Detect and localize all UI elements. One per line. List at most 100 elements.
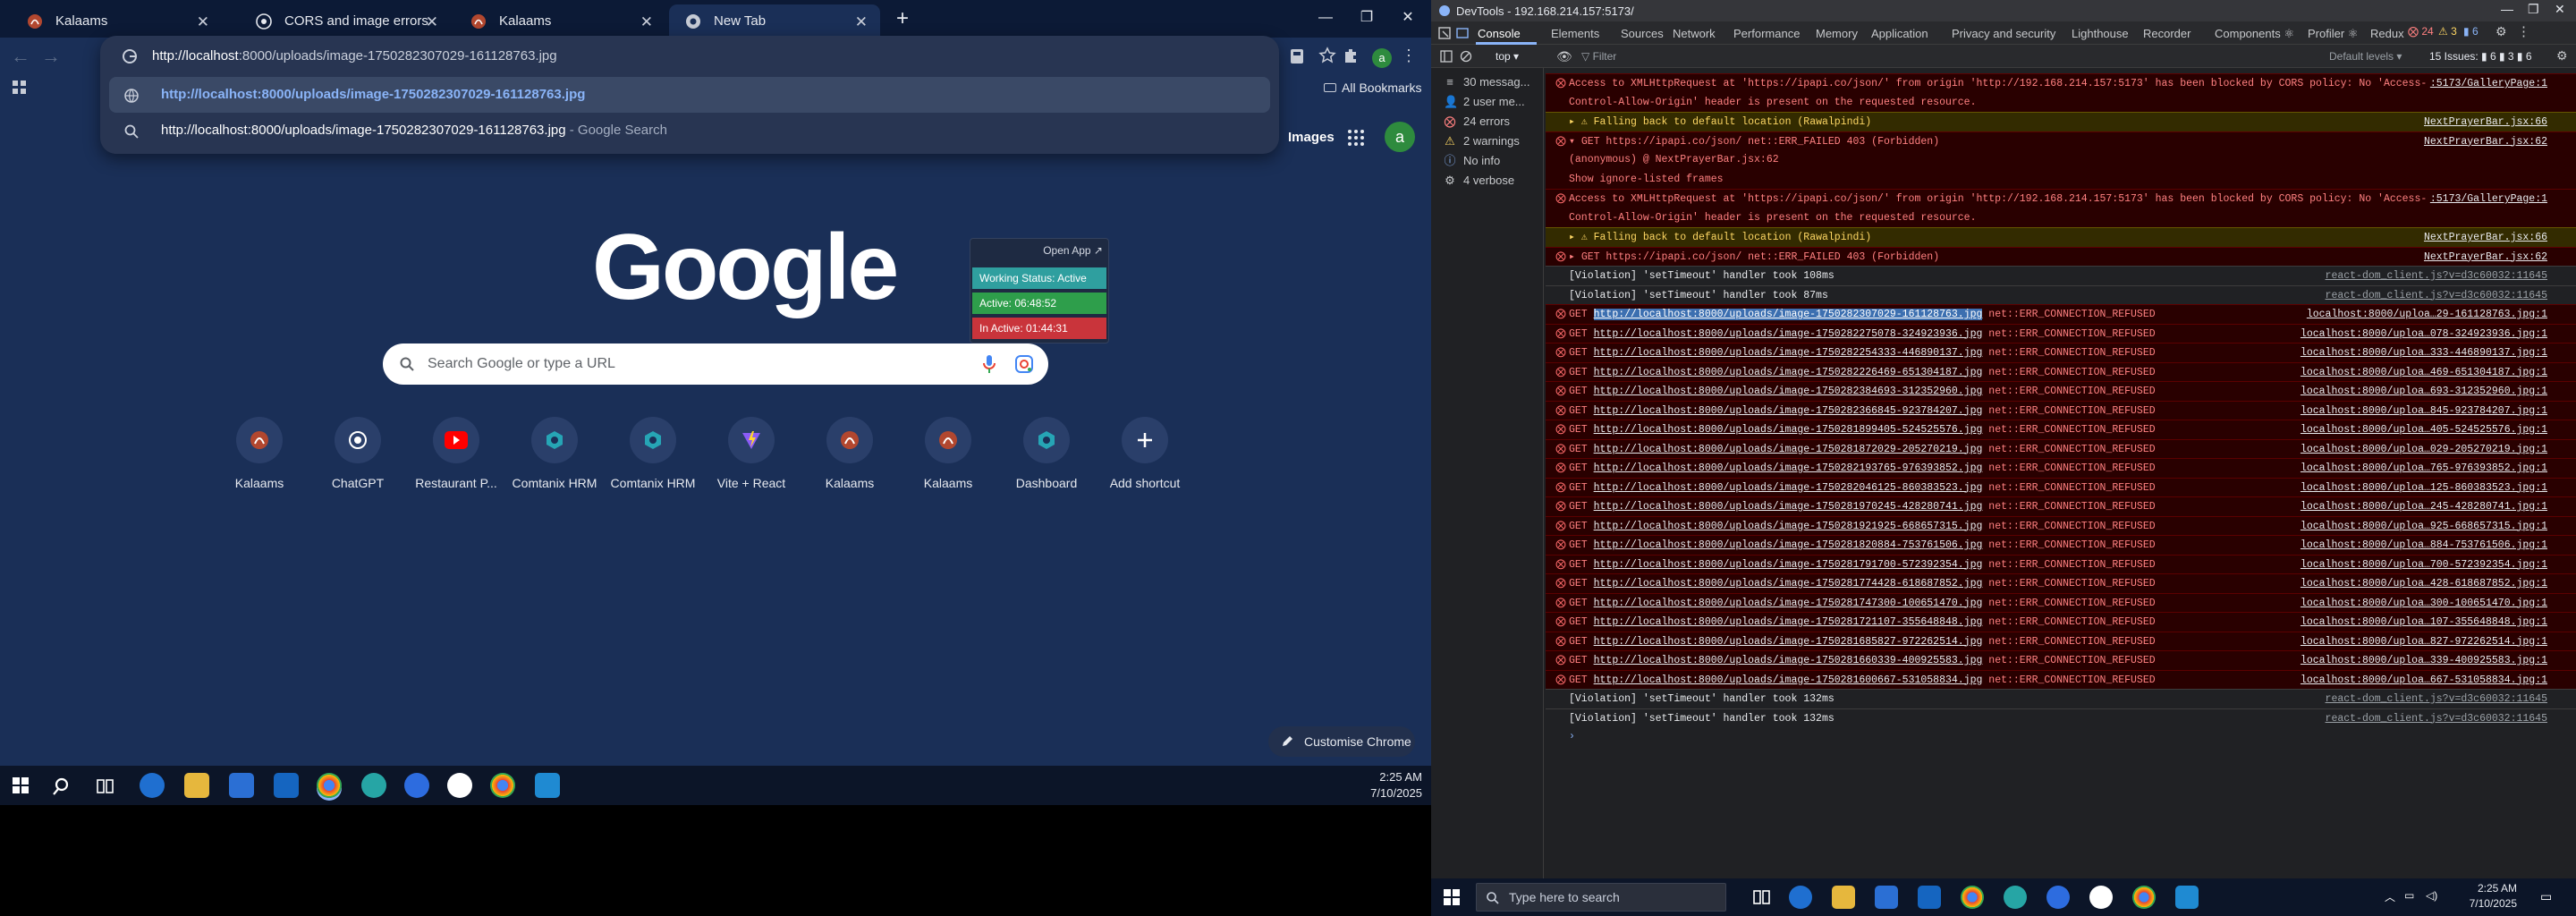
star-icon[interactable] — [1318, 47, 1336, 64]
tab-redux[interactable]: Redux — [2370, 27, 2404, 40]
log-url[interactable]: http://localhost:8000/uploads/image-1750… — [1594, 367, 1983, 378]
shortcut-tile[interactable]: Dashboard — [996, 413, 1097, 494]
log-source-link[interactable]: react-dom_client.js?v=d3c60032:11645 — [2326, 709, 2547, 728]
tray-chevron-icon[interactable]: ︿ — [2385, 889, 2395, 904]
tab-elements[interactable]: Elements — [1551, 27, 1599, 40]
sidebar-item[interactable]: ⓘ No info — [1444, 152, 1500, 170]
log-levels-dropdown[interactable]: Default levels ▾ — [2329, 50, 2402, 63]
tab-network[interactable]: Network — [1673, 27, 1716, 40]
sidebar-item[interactable]: ≡ 30 messag... — [1444, 73, 1530, 91]
extensions-icon[interactable] — [1342, 47, 1360, 64]
tab-console[interactable]: Console — [1478, 27, 1521, 40]
log-source-link[interactable]: localhost:8000/uploa…125-860383523.jpg:1 — [2301, 479, 2547, 497]
log-url[interactable]: http://localhost:8000/uploads/image-1750… — [1594, 674, 1983, 686]
outlook-icon[interactable] — [1918, 886, 1941, 909]
log-url[interactable]: http://localhost:8000/uploads/image-1750… — [1594, 655, 1983, 666]
info-count-badge[interactable]: ▮ 6 — [2463, 25, 2479, 38]
forward-icon[interactable]: → — [41, 45, 61, 68]
tab-cors[interactable]: CORS and image errors ✕ — [240, 4, 451, 38]
app-circle-icon[interactable] — [447, 773, 472, 798]
zoom-icon[interactable] — [2046, 886, 2070, 909]
log-url[interactable]: http://localhost:8000/uploads/image-1750… — [1594, 539, 1983, 551]
chrome-icon[interactable] — [490, 773, 515, 798]
tab-lighthouse[interactable]: Lighthouse — [2072, 27, 2129, 40]
vscode-icon[interactable] — [535, 773, 560, 798]
outlook-icon[interactable] — [274, 773, 299, 798]
images-link[interactable]: Images — [1288, 130, 1335, 145]
menu-icon[interactable]: ⋮ — [1401, 47, 1417, 65]
log-source-link[interactable]: react-dom_client.js?v=d3c60032:11645 — [2326, 267, 2547, 285]
edge-icon[interactable] — [1789, 886, 1812, 909]
log-source-link[interactable]: localhost:8000/uploa…827-972262514.jpg:1 — [2301, 632, 2547, 651]
log-source-link[interactable]: localhost:8000/uploa…339-400925583.jpg:1 — [2301, 651, 2547, 670]
log-url[interactable]: http://localhost:8000/uploads/image-1750… — [1594, 636, 1983, 648]
volume-icon[interactable]: ◁) — [2426, 889, 2437, 902]
task-view-icon[interactable] — [97, 778, 114, 794]
extension-popup-icon[interactable] — [1290, 48, 1304, 64]
tab-new-tab[interactable]: New Tab ✕ — [669, 4, 880, 38]
task-view-icon[interactable] — [1753, 889, 1771, 905]
log-url[interactable]: http://localhost:8000/uploads/image-1750… — [1593, 309, 1983, 320]
suggestion-url[interactable]: http://localhost:8000/uploads/image-1750… — [109, 77, 1270, 113]
log-source-link[interactable]: localhost:8000/uploa…428-618687852.jpg:1 — [2301, 574, 2547, 593]
log-url[interactable]: http://localhost:8000/uploads/image-1750… — [1594, 616, 1983, 628]
app-icon[interactable] — [2004, 886, 2027, 909]
maximize-button[interactable]: ❐ — [2528, 2, 2539, 17]
log-source-link[interactable]: localhost:8000/uploa…405-524525576.jpg:1 — [2301, 420, 2547, 439]
log-source-link[interactable]: react-dom_client.js?v=d3c60032:11645 — [2326, 286, 2547, 305]
log-source-link[interactable]: NextPrayerBar.jsx:66 — [2424, 228, 2547, 247]
log-source-link[interactable]: :5173/GalleryPage:1 — [2430, 190, 2547, 208]
more-icon[interactable]: ⋮ — [2517, 23, 2530, 39]
eye-icon[interactable]: 👁 — [1556, 49, 1572, 64]
log-url[interactable]: http://localhost:8000/uploads/image-1750… — [1594, 521, 1983, 532]
log-source-link[interactable]: localhost:8000/uploa…029-205270219.jpg:1 — [2301, 440, 2547, 459]
customise-chrome-button[interactable]: Customise Chrome — [1268, 726, 1415, 757]
tab-sources[interactable]: Sources — [1621, 27, 1664, 40]
shortcut-tile[interactable]: Restaurant P... — [406, 413, 506, 494]
log-source-link[interactable]: localhost:8000/uploa…765-976393852.jpg:1 — [2301, 459, 2547, 478]
windows-start-icon[interactable] — [1444, 889, 1460, 905]
log-source-link[interactable]: localhost:8000/uploa…107-355648848.jpg:1 — [2301, 613, 2547, 632]
filter-input[interactable]: ▽ Filter — [1581, 50, 1616, 63]
log-source-link[interactable]: localhost:8000/uploa…925-668657315.jpg:1 — [2301, 517, 2547, 536]
close-icon[interactable]: ✕ — [855, 13, 868, 31]
shortcut-tile[interactable]: Kalaams — [898, 413, 998, 494]
issues-counter[interactable]: 15 Issues: ▮ 6 ▮ 3 ▮ 6 — [2429, 50, 2532, 63]
log-url[interactable]: http://localhost:8000/uploads/image-1750… — [1594, 347, 1983, 359]
log-source-link[interactable]: localhost:8000/uploa…884-753761506.jpg:1 — [2301, 536, 2547, 555]
tab-kalaams-1[interactable]: Kalaams ✕ — [11, 4, 222, 38]
log-url[interactable]: http://localhost:8000/uploads/image-1750… — [1594, 578, 1983, 589]
address-bar[interactable]: http://localhost:8000/uploads/image-1750… — [100, 36, 1279, 77]
lens-icon[interactable] — [1014, 354, 1034, 374]
chrome-taskbar-icon[interactable] — [1961, 886, 1984, 909]
log-source-link[interactable]: localhost:8000/uploa…667-531058834.jpg:1 — [2301, 671, 2547, 690]
shortcut-tile[interactable]: Kalaams — [800, 413, 900, 494]
shortcut-tile[interactable]: ChatGPT — [308, 413, 408, 494]
log-source-link[interactable]: localhost:8000/uploa…29-161128763.jpg:1 — [2307, 305, 2547, 324]
network-icon[interactable]: ▭ — [2404, 889, 2414, 902]
log-url[interactable]: http://localhost:8000/uploads/image-1750… — [1594, 598, 1983, 609]
log-source-link[interactable]: NextPrayerBar.jsx:62 — [2424, 248, 2547, 267]
log-source-link[interactable]: localhost:8000/uploa…078-324923936.jpg:1 — [2301, 325, 2547, 344]
console-settings-icon[interactable]: ⚙ — [2556, 48, 2568, 64]
log-source-link[interactable]: react-dom_client.js?v=d3c60032:11645 — [2326, 690, 2547, 708]
minimize-button[interactable]: — — [2501, 2, 2513, 16]
close-icon[interactable]: ✕ — [640, 13, 653, 31]
search-icon[interactable] — [52, 776, 72, 796]
taskbar-search-box[interactable]: Type here to search — [1476, 883, 1726, 912]
minimize-button[interactable]: — — [1308, 5, 1343, 30]
context-selector[interactable]: top ▾ — [1496, 50, 1519, 63]
log-url[interactable]: http://localhost:8000/uploads/image-1750… — [1594, 328, 1983, 340]
log-source-link[interactable]: localhost:8000/uploa…300-100651470.jpg:1 — [2301, 594, 2547, 613]
log-source-link[interactable]: NextPrayerBar.jsx:62 — [2424, 132, 2547, 151]
close-icon[interactable]: ✕ — [426, 13, 438, 31]
sidebar-item[interactable]: 👤 2 user me... — [1444, 93, 1525, 111]
file-explorer-icon[interactable] — [1832, 886, 1855, 909]
log-source-link[interactable]: localhost:8000/uploa…845-923784207.jpg:1 — [2301, 402, 2547, 420]
tab-components[interactable]: Components ⚛ — [2215, 27, 2294, 41]
close-icon[interactable]: ✕ — [197, 13, 209, 31]
shortcut-tile[interactable]: Add shortcut — [1095, 413, 1195, 494]
tab-recorder[interactable]: Recorder — [2143, 27, 2190, 40]
error-count-badge[interactable]: ⨂ 24 — [2408, 25, 2434, 38]
shortcut-tile[interactable]: Vite + React — [701, 413, 801, 494]
